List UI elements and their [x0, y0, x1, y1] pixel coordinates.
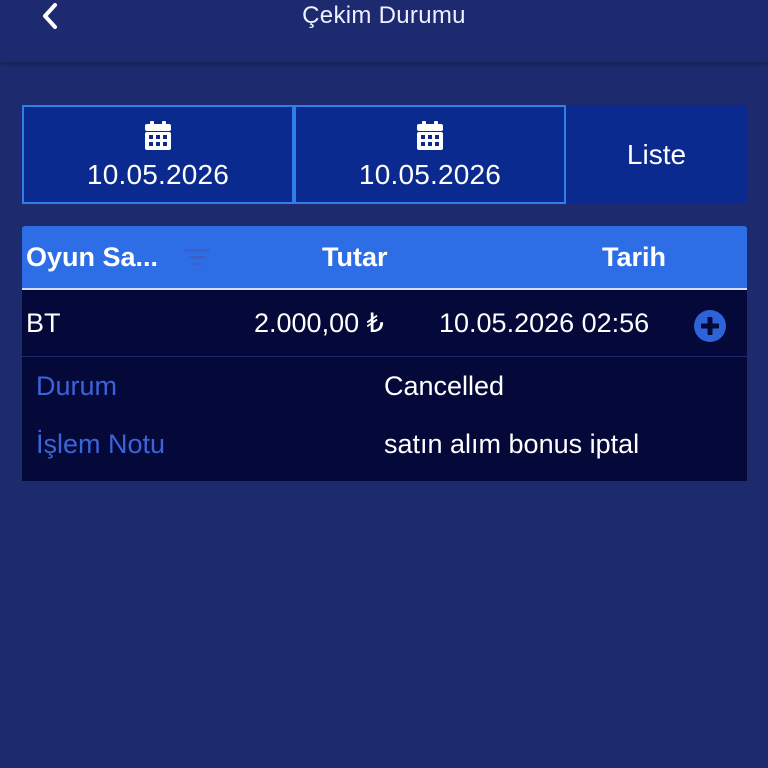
row-game: BT	[26, 308, 61, 338]
row-amount: 2.000,00 ₺	[254, 308, 384, 338]
table-row[interactable]: BT 2.000,00 ₺ 10.05.2026 02:56	[22, 290, 747, 357]
column-header-amount: Tutar	[322, 242, 388, 272]
row-detail-panel: Durum Cancelled İşlem Notu satın alım bo…	[22, 357, 747, 481]
calendar-icon	[416, 121, 444, 151]
start-date-picker[interactable]: 10.05.2026	[22, 105, 294, 204]
end-date-picker[interactable]: 10.05.2026	[294, 105, 566, 204]
row-date: 10.05.2026 02:56	[439, 308, 650, 338]
start-date-text: 10.05.2026	[86, 159, 230, 190]
detail-value-status: Cancelled	[384, 371, 505, 401]
end-date-text: 10.05.2026	[358, 159, 502, 190]
calendar-icon	[144, 121, 172, 151]
table-header: Oyun Sa... Tutar Tarih	[22, 226, 747, 290]
detail-label-status: Durum	[36, 371, 118, 401]
list-button[interactable]: Liste	[566, 105, 747, 204]
column-header-game[interactable]: Oyun Sa...	[26, 226, 158, 288]
page-title: Çekim Durumu	[302, 2, 466, 29]
app-header: Çekim Durumu	[0, 0, 768, 62]
date-filter-bar: 10.05.2026 10.05.2026 Liste	[22, 105, 747, 204]
detail-label-note: İşlem Notu	[36, 429, 166, 459]
filter-icon[interactable]	[184, 246, 210, 268]
detail-value-note: satın alım bonus iptal	[384, 429, 640, 459]
column-header-date: Tarih	[602, 242, 667, 272]
expand-plus-icon[interactable]	[693, 309, 727, 343]
